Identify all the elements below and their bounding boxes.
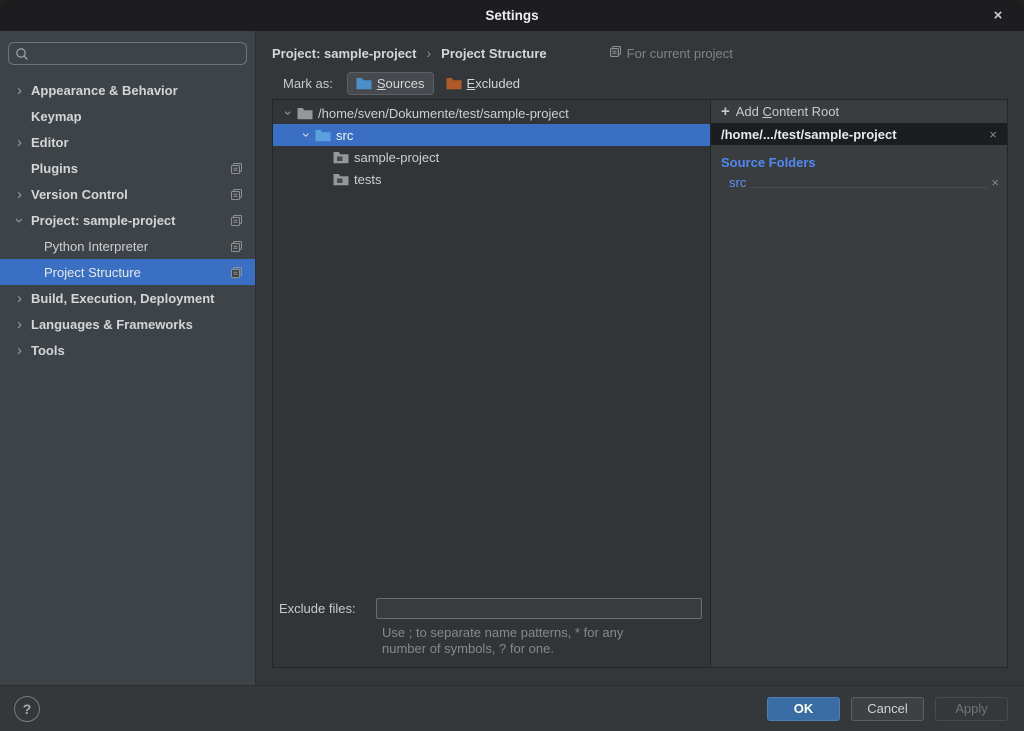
sidebar-item-build-execution-deployment[interactable]: › Build, Execution, Deployment [0, 285, 255, 311]
sidebar-item-label: Appearance & Behavior [31, 83, 178, 98]
tree-item-label: src [336, 128, 353, 143]
plus-icon: + [721, 104, 730, 119]
exclude-files-label: Exclude files: [279, 601, 376, 616]
sidebar-item-tools[interactable]: › Tools [0, 337, 255, 363]
sidebar-item-label: Version Control [31, 187, 128, 202]
help-button[interactable]: ? [14, 696, 40, 722]
sidebar-item-label: Project: sample-project [31, 213, 176, 228]
sidebar-item-languages-frameworks[interactable]: › Languages & Frameworks [0, 311, 255, 337]
settings-dialog: Settings × ›Appearance & BehaviorKeymap›… [0, 0, 1024, 731]
folder-icon [297, 107, 313, 120]
chevron-right-icon[interactable]: › [12, 135, 27, 150]
sidebar-item-label: Project Structure [44, 265, 141, 280]
mark-excluded-button[interactable]: Excluded [438, 73, 528, 94]
search-box[interactable] [8, 42, 247, 65]
ok-button[interactable]: OK [767, 697, 840, 721]
chevron-right-icon[interactable]: › [12, 187, 27, 202]
remove-source-folder-icon[interactable]: × [991, 175, 999, 190]
tree-row-sample-project[interactable]: sample-project [273, 146, 710, 168]
sidebar-item-label: Plugins [31, 161, 78, 176]
scope-note: For current project [609, 45, 733, 61]
dialog-footer: ? OK Cancel Apply [0, 685, 1024, 731]
mark-sources-button[interactable]: Sources [347, 72, 434, 95]
settings-sidebar: › Appearance & Behavior Keymap › Editor Plugi… [0, 31, 256, 685]
chevron-down-icon[interactable]: › [299, 127, 315, 143]
project-structure-panels: ›/home/sven/Dokumente/test/sample-projec… [272, 99, 1008, 668]
settings-nav: › Appearance & Behavior Keymap › Editor Plugi… [0, 77, 255, 363]
sidebar-item-label: Keymap [31, 109, 82, 124]
project-config-icon [230, 266, 243, 279]
remove-content-root-icon[interactable]: × [989, 127, 997, 142]
search-input[interactable] [34, 46, 240, 61]
sidebar-item-plugins[interactable]: Plugins [0, 155, 255, 181]
dotted-leader [750, 177, 987, 188]
chevron-right-icon[interactable]: › [12, 343, 27, 358]
project-config-icon [230, 188, 243, 201]
sidebar-item-label: Languages & Frameworks [31, 317, 193, 332]
excluded-label: Excluded [467, 76, 520, 91]
sources-folder-icon [356, 77, 372, 90]
project-config-icon [230, 214, 243, 227]
exclude-files-section: Exclude files: Use ; to separate name pa… [273, 598, 710, 667]
project-config-icon [230, 162, 243, 175]
content-root-panel: + Add Content Root /home/.../test/sample… [711, 100, 1007, 667]
breadcrumb-project[interactable]: Project: sample-project [272, 46, 417, 61]
close-icon[interactable]: × [984, 0, 1012, 31]
directory-tree: ›/home/sven/Dokumente/test/sample-projec… [273, 100, 710, 598]
exclude-files-hint: Use ; to separate name patterns, * for a… [382, 625, 702, 657]
sources-label: Sources [377, 76, 425, 91]
folder-icon [333, 173, 349, 186]
tree-item-label: /home/sven/Dokumente/test/sample-project [318, 106, 569, 121]
sidebar-item-python-interpreter[interactable]: Python Interpreter [0, 233, 255, 259]
sidebar-item-version-control[interactable]: › Version Control [0, 181, 255, 207]
sidebar-item-label: Tools [31, 343, 65, 358]
sidebar-item-project-structure[interactable]: Project Structure [0, 259, 255, 285]
content-root-row[interactable]: /home/.../test/sample-project × [711, 123, 1007, 145]
breadcrumb-page[interactable]: Project Structure [441, 46, 546, 61]
chevron-right-icon[interactable]: › [12, 317, 27, 332]
tree-item-label: sample-project [354, 150, 439, 165]
add-content-root-button[interactable]: + Add Content Root [711, 100, 1007, 123]
search-icon [15, 47, 29, 61]
chevron-down-icon[interactable]: › [281, 105, 297, 121]
sidebar-item-label: Build, Execution, Deployment [31, 291, 214, 306]
tree-item-label: tests [354, 172, 381, 187]
mark-as-label: Mark as: [283, 76, 333, 91]
title-bar: Settings × [0, 0, 1024, 31]
chevron-right-icon[interactable]: › [12, 291, 27, 306]
breadcrumb: Project: sample-project › Project Struct… [256, 31, 1024, 63]
sidebar-item-label: Editor [31, 135, 69, 150]
project-config-icon [609, 45, 622, 61]
cancel-button[interactable]: Cancel [851, 697, 924, 721]
sidebar-item-keymap[interactable]: Keymap [0, 103, 255, 129]
exclude-files-input[interactable] [376, 598, 702, 619]
tree-row-src[interactable]: › src [273, 124, 710, 146]
main-area: Project: sample-project › Project Struct… [256, 31, 1024, 685]
chevron-down-icon[interactable]: › [12, 213, 27, 228]
project-config-icon [230, 240, 243, 253]
folder-icon [333, 151, 349, 164]
breadcrumb-separator-icon: › [427, 45, 432, 61]
add-content-root-label: Add Content Root [736, 104, 839, 119]
source-folder-row[interactable]: src × [711, 172, 1007, 192]
dialog-title: Settings [485, 8, 538, 23]
sidebar-item-project-sample-project[interactable]: › Project: sample-project [0, 207, 255, 233]
chevron-right-icon[interactable]: › [12, 83, 27, 98]
sidebar-item-appearance-behavior[interactable]: › Appearance & Behavior [0, 77, 255, 103]
mark-as-toolbar: Mark as: Sources Excluded [256, 63, 1024, 99]
sidebar-item-label: Python Interpreter [44, 239, 148, 254]
excluded-folder-icon [446, 77, 462, 90]
tree-row-home-sven-dokumente-test-sample-project[interactable]: › /home/sven/Dokumente/test/sample-projec… [273, 102, 710, 124]
sidebar-item-editor[interactable]: › Editor [0, 129, 255, 155]
folder-icon [315, 129, 331, 142]
content-tree-panel: ›/home/sven/Dokumente/test/sample-projec… [273, 100, 711, 667]
source-folder-name: src [729, 175, 746, 190]
scope-note-label: For current project [627, 46, 733, 61]
apply-button[interactable]: Apply [935, 697, 1008, 721]
source-folders-heading: Source Folders [721, 155, 1007, 170]
content-root-path: /home/.../test/sample-project [721, 127, 989, 142]
tree-row-tests[interactable]: tests [273, 168, 710, 190]
